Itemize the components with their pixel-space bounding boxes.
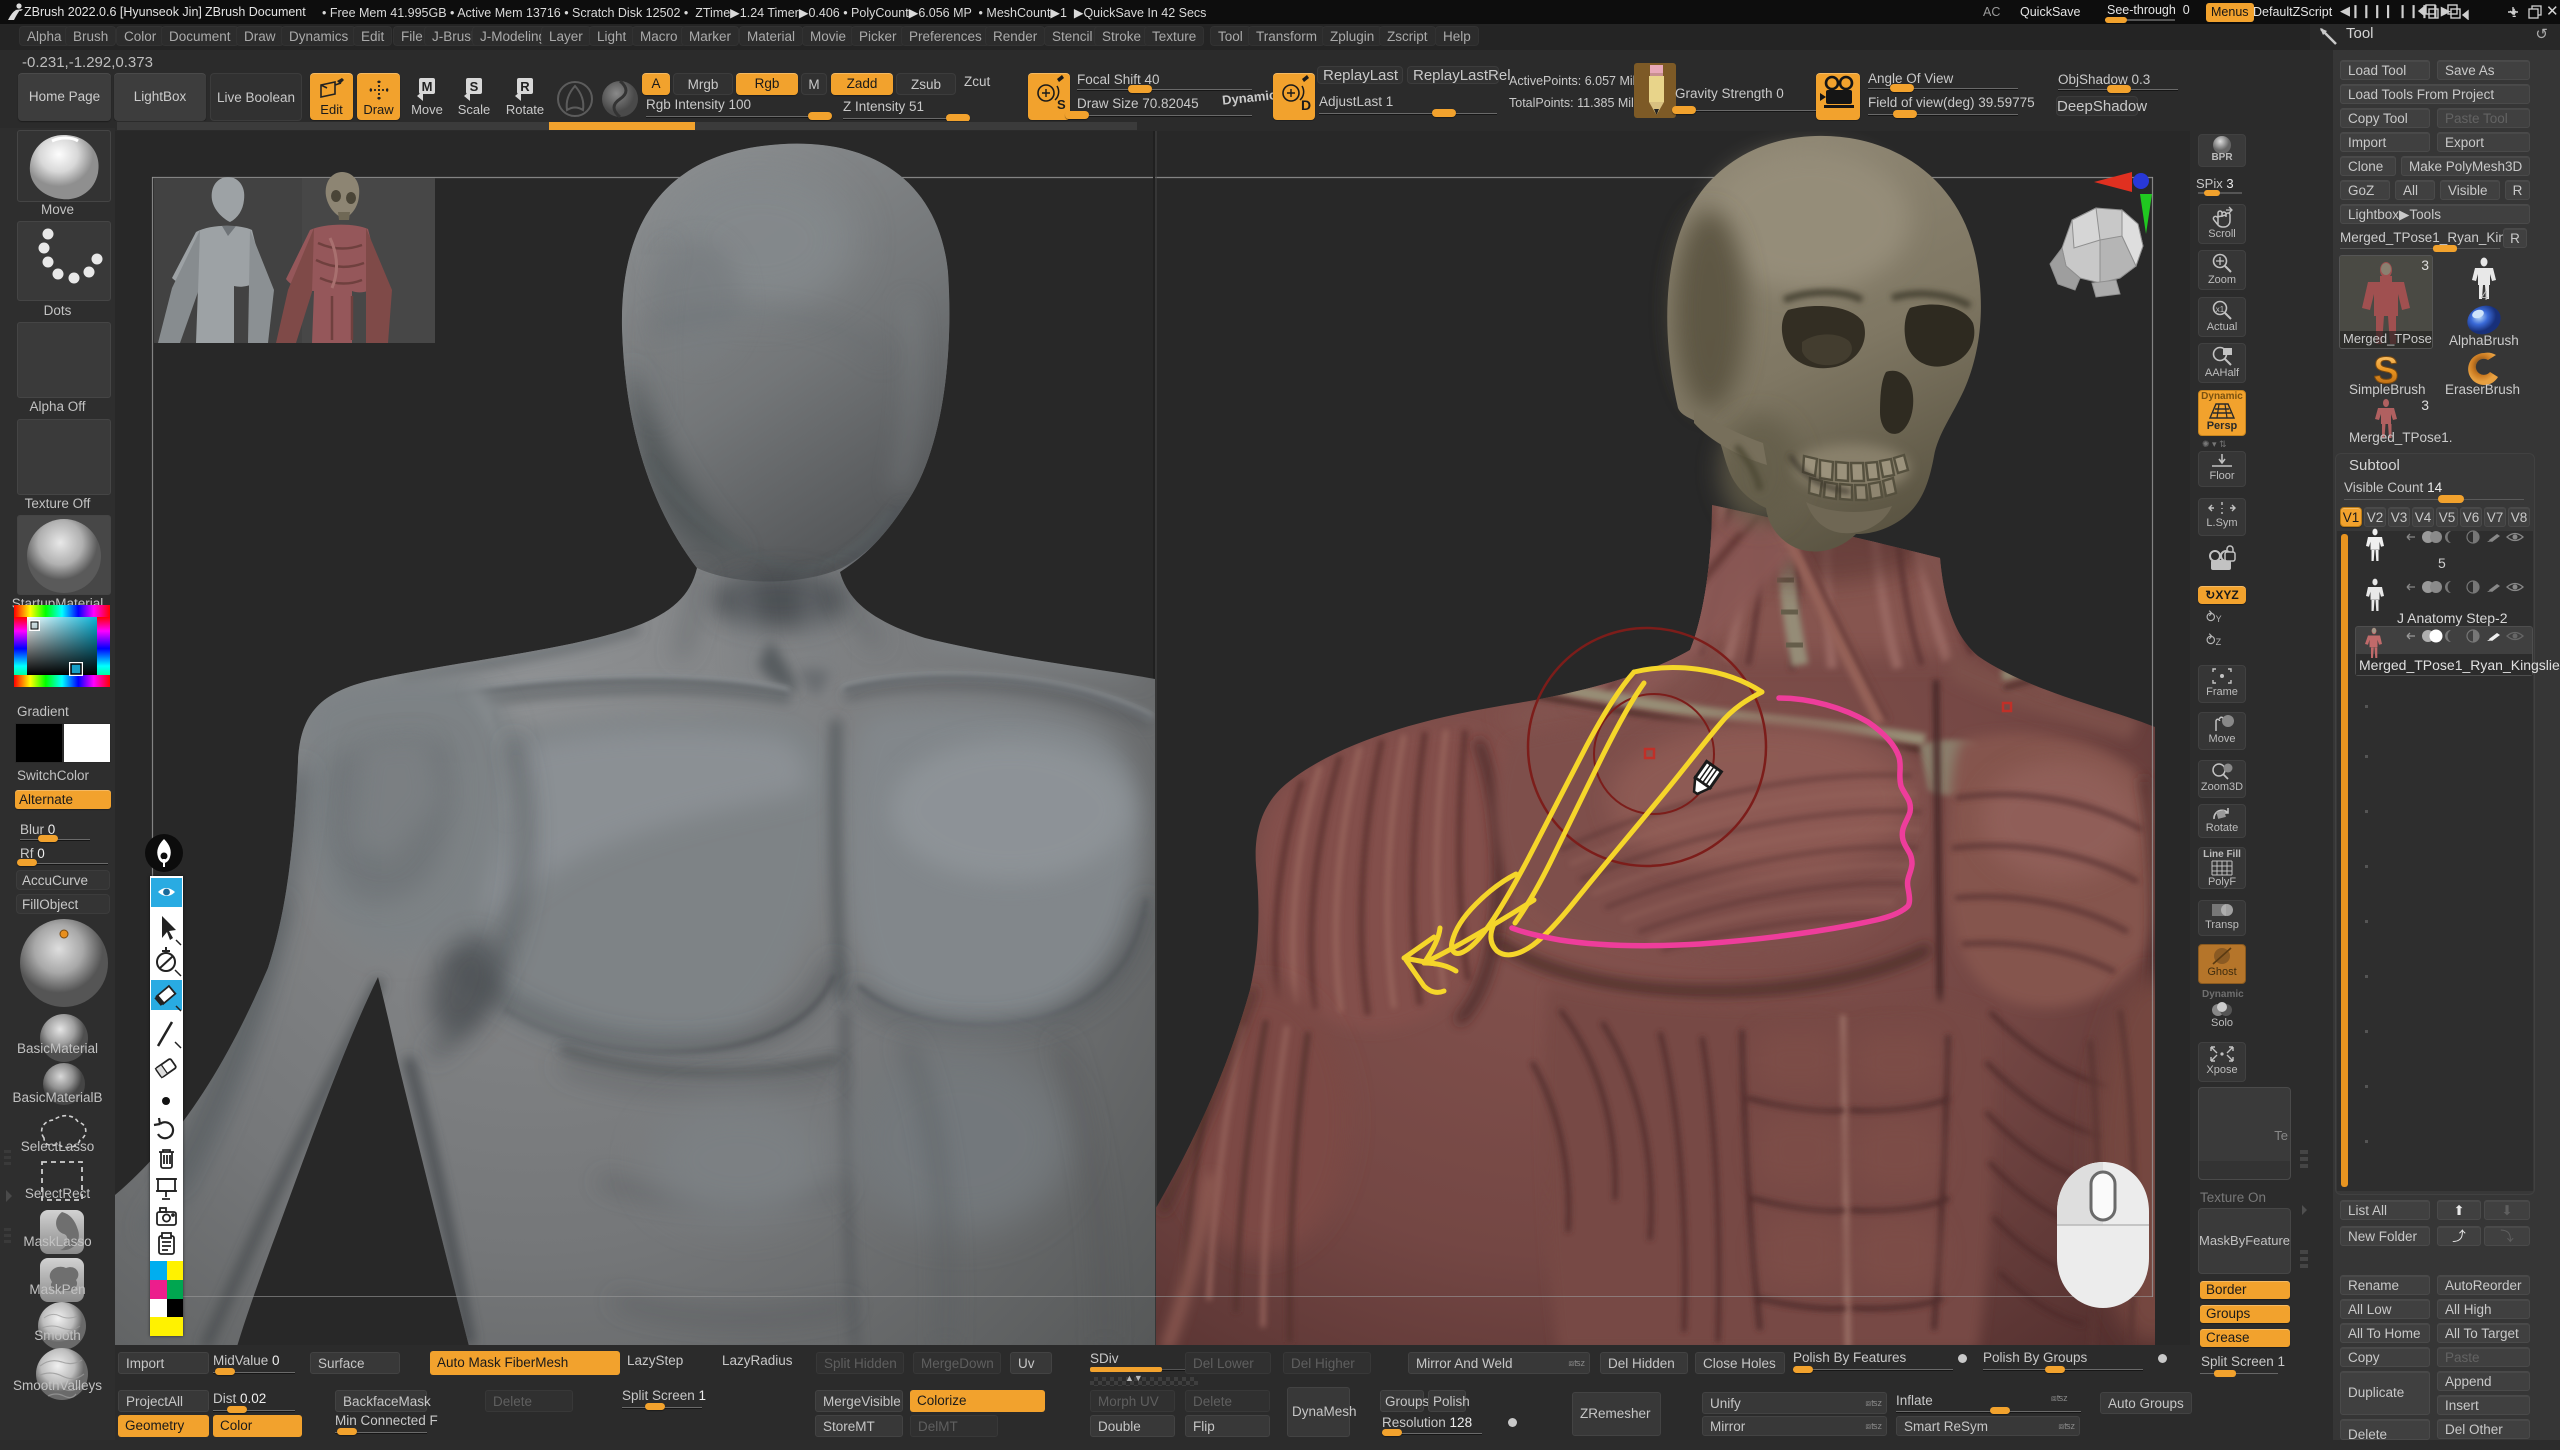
svg-text:S: S <box>1057 97 1066 112</box>
svg-text:x1: x1 <box>2216 305 2225 314</box>
svg-text:M: M <box>422 79 433 94</box>
svg-text:S: S <box>470 79 479 94</box>
svg-text:R: R <box>520 79 530 94</box>
svg-text:D: D <box>1301 97 1311 113</box>
